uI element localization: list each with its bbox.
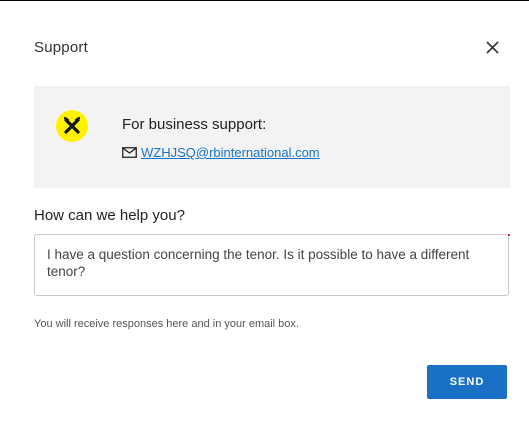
dialog-header: Support [34,36,505,58]
send-button[interactable]: SEND [427,365,507,399]
raiffeisen-logo-icon [56,110,88,142]
close-icon [485,40,499,54]
envelope-icon [122,146,138,159]
support-email-link[interactable]: WZHJSQ@rbinternational.com [141,145,320,160]
business-support-title: For business support: [122,116,267,133]
response-hint: You will receive responses here and in y… [34,318,299,330]
required-indicator [508,234,510,236]
top-divider [0,0,529,1]
question-label: How can we help you? [34,207,185,224]
support-email-row: WZHJSQ@rbinternational.com [122,145,320,160]
business-support-panel: For business support: WZHJSQ@rbinternati… [34,86,510,188]
dialog-title: Support [34,38,88,56]
close-button[interactable] [483,38,501,56]
message-textarea[interactable]: I have a question concerning the tenor. … [34,234,509,296]
support-dialog: Support For business support: WZHJSQ@rbi… [0,0,529,425]
